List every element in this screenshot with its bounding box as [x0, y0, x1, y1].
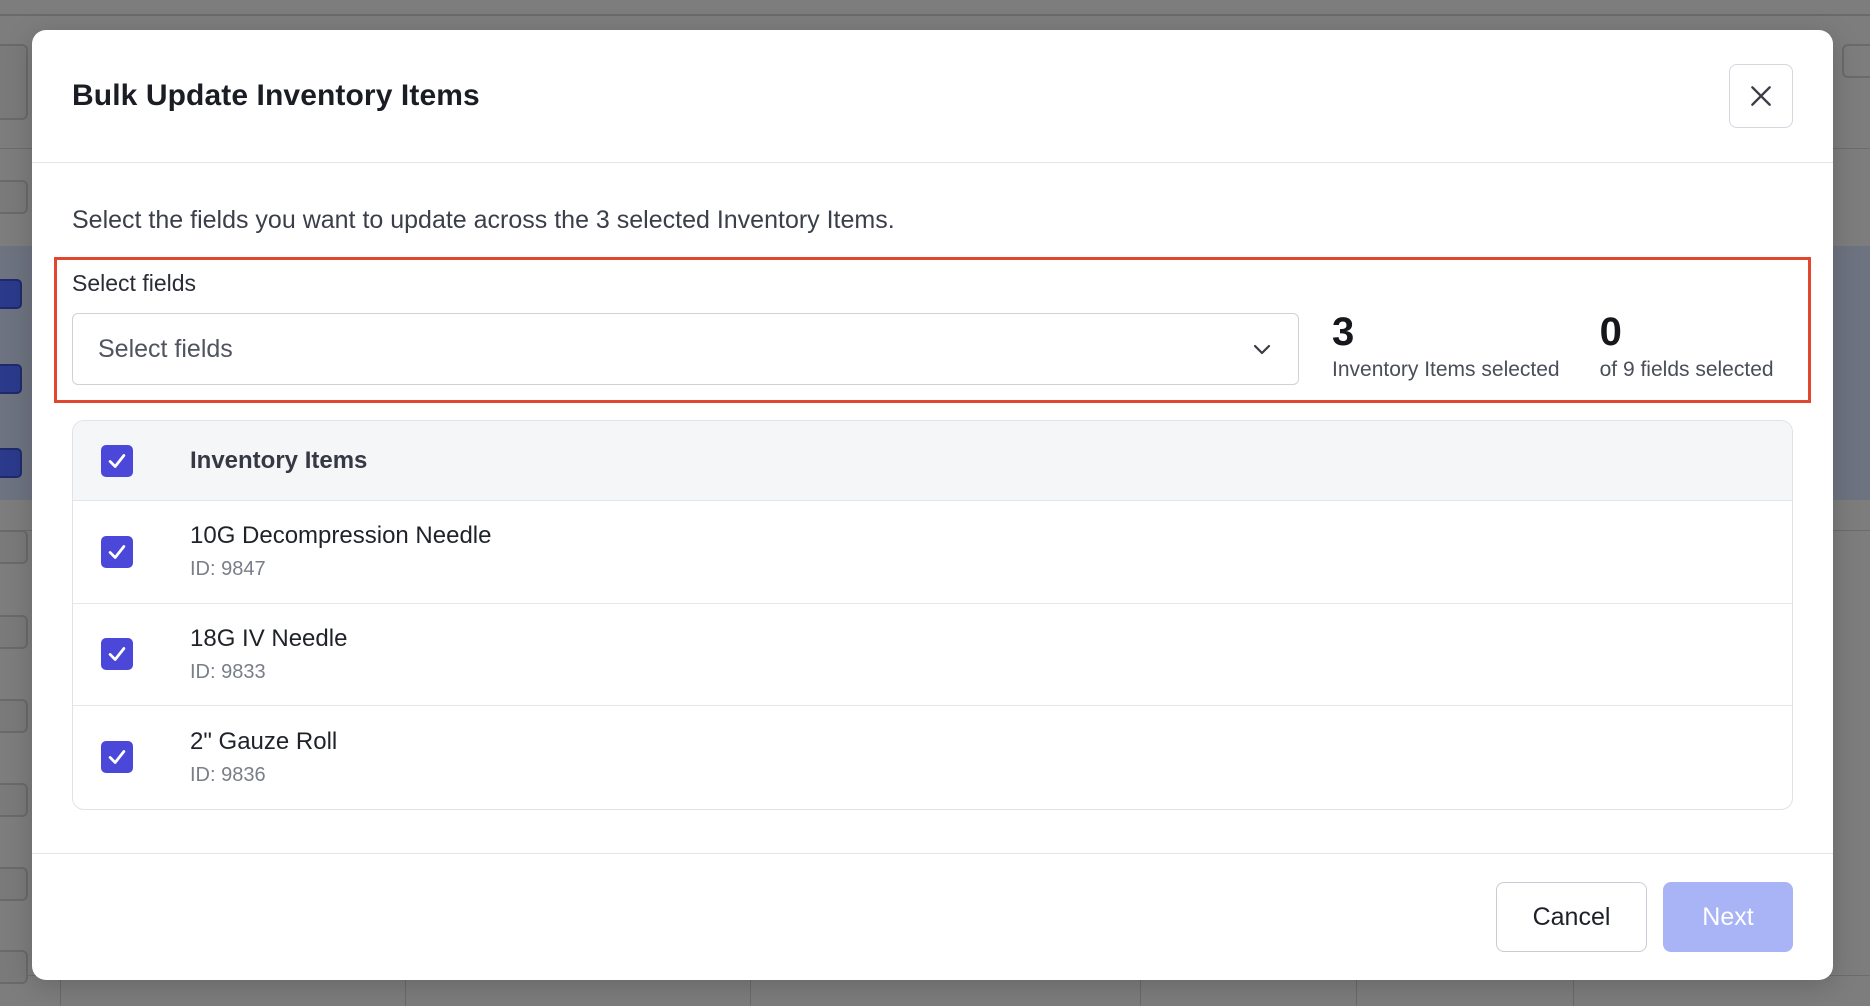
- item-id: ID: 9847: [190, 558, 266, 581]
- items-selected-count: 3: [1332, 310, 1355, 354]
- select-all-checkbox[interactable]: [101, 444, 133, 477]
- bulk-update-modal: Bulk Update Inventory Items Select the f…: [32, 30, 1833, 980]
- chevron-down-icon: [1253, 344, 1271, 355]
- background-control: [0, 530, 28, 564]
- background-divider: [0, 14, 1870, 16]
- inventory-items-table: Inventory Items 10G Decompression Needle…: [72, 420, 1793, 810]
- row-item-info: 18G IV Needle ID: 9833: [190, 625, 347, 684]
- modal-footer: Cancel Next: [32, 853, 1833, 980]
- fields-selected-count: 0: [1599, 310, 1622, 354]
- checkmark-icon: [108, 544, 126, 559]
- item-id: ID: 9833: [190, 660, 266, 683]
- row-checkbox[interactable]: [101, 741, 133, 774]
- modal-description: Select the fields you want to update acr…: [72, 206, 895, 234]
- fields-selected-stat: 0 of 9 fields selected: [1600, 311, 1774, 382]
- item-id: ID: 9836: [190, 763, 266, 786]
- modal-body: Select the fields you want to update acr…: [32, 163, 1833, 810]
- table-row: 2" Gauze Roll ID: 9836: [73, 706, 1792, 809]
- fields-selected-label: of 9 fields selected: [1599, 358, 1774, 381]
- row-checkbox[interactable]: [101, 638, 133, 671]
- field-select-row: Select fields 3 Inventory Items selected…: [72, 311, 1793, 385]
- select-fields-placeholder: Select fields: [98, 334, 233, 363]
- background-checkbox: [0, 364, 22, 394]
- background-control: [0, 180, 28, 214]
- background-control: [1842, 44, 1870, 78]
- background-control: [0, 783, 28, 817]
- table-header-label: Inventory Items: [190, 446, 368, 474]
- item-name: 2" Gauze Roll: [190, 727, 338, 755]
- background-control: [0, 44, 28, 120]
- background-checkbox: [0, 279, 22, 309]
- select-fields-dropdown[interactable]: Select fields: [72, 313, 1299, 385]
- background-control: [0, 699, 28, 733]
- background-control: [0, 615, 28, 649]
- background-checkbox: [0, 448, 22, 478]
- modal-header: Bulk Update Inventory Items: [32, 30, 1833, 163]
- checkmark-icon: [108, 647, 126, 662]
- next-button[interactable]: Next: [1663, 882, 1793, 952]
- background-control: [0, 867, 28, 901]
- table-row: 10G Decompression Needle ID: 9847: [73, 501, 1792, 604]
- row-item-info: 10G Decompression Needle ID: 9847: [190, 522, 492, 581]
- close-button[interactable]: [1729, 64, 1793, 128]
- row-checkbox[interactable]: [101, 535, 133, 568]
- cancel-button[interactable]: Cancel: [1496, 882, 1647, 952]
- table-header: Inventory Items: [73, 421, 1792, 501]
- field-select-section: Select fields Select fields 3 Inventory …: [54, 257, 1811, 403]
- row-item-info: 2" Gauze Roll ID: 9836: [190, 728, 337, 787]
- checkmark-icon: [108, 750, 126, 765]
- table-row: 18G IV Needle ID: 9833: [73, 604, 1792, 706]
- items-selected-label: Inventory Items selected: [1332, 358, 1560, 381]
- modal-title: Bulk Update Inventory Items: [72, 79, 480, 112]
- items-selected-stat: 3 Inventory Items selected: [1332, 311, 1560, 382]
- field-select-label: Select fields: [72, 270, 197, 296]
- background-control: [0, 950, 28, 984]
- item-name: 10G Decompression Needle: [190, 522, 492, 550]
- checkmark-icon: [108, 453, 126, 468]
- item-name: 18G IV Needle: [190, 624, 348, 652]
- close-icon: [1751, 86, 1771, 106]
